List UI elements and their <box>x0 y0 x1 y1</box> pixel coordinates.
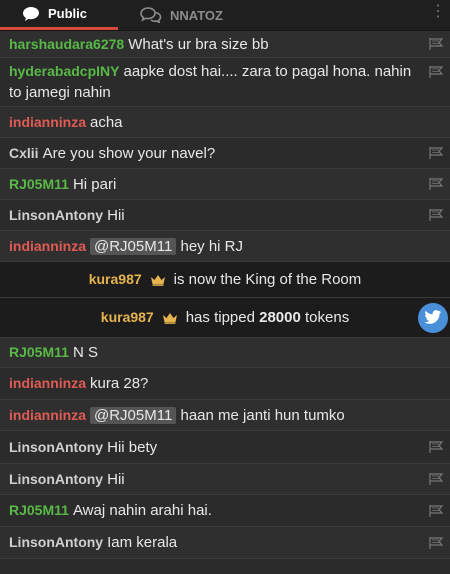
username[interactable]: indianninza <box>9 407 86 423</box>
report-flag-icon[interactable] <box>428 440 444 454</box>
report-flag-icon[interactable] <box>428 146 444 160</box>
chat-message: RJ05M11 N S <box>0 338 450 368</box>
tab-bar: Public NNATOZ ⋮ <box>0 0 450 31</box>
chat-bubble-icon <box>22 6 40 22</box>
username[interactable]: Cxlii <box>9 145 39 161</box>
chat-message: LinsonAntony Hii bety <box>0 431 450 464</box>
twitter-share-button[interactable] <box>418 302 448 333</box>
message-text: Hii <box>107 206 125 224</box>
username[interactable]: harshaudara6278 <box>9 36 124 52</box>
chat-message: indianninza acha <box>0 107 450 138</box>
message-text: What's ur bra size bb <box>128 35 269 53</box>
username[interactable]: kura987 <box>89 269 142 290</box>
chat-message: indianninza @RJ05M11 haan me janti hun tu… <box>0 400 450 431</box>
chat-message: LinsonAntony Iam kerala <box>0 527 450 559</box>
report-flag-icon[interactable] <box>428 65 444 79</box>
username[interactable]: LinsonAntony <box>9 471 103 487</box>
message-text: acha <box>90 113 123 131</box>
more-options-icon[interactable]: ⋮ <box>430 4 446 20</box>
message-text: Hii <box>107 470 125 488</box>
username[interactable]: indianninza <box>9 238 86 254</box>
tab-public-label: Public <box>48 6 88 21</box>
system-message: kura987 has tipped 28000 tokens <box>0 298 450 338</box>
username[interactable]: RJ05M11 <box>9 502 69 518</box>
username[interactable]: indianninza <box>9 375 86 391</box>
username[interactable]: RJ05M11 <box>9 176 69 192</box>
report-flag-icon[interactable] <box>428 472 444 486</box>
message-text: hey hi RJ <box>180 237 244 255</box>
message-text: Awaj nahin arahi hai. <box>72 502 212 519</box>
mention-chip[interactable]: @RJ05M11 <box>90 237 177 255</box>
message-text: Iam kerala <box>107 534 178 551</box>
report-flag-icon[interactable] <box>428 208 444 222</box>
username[interactable]: LinsonAntony <box>9 207 103 223</box>
report-flag-icon[interactable] <box>428 177 444 191</box>
chat-message: LinsonAntony Hii <box>0 200 450 231</box>
chat-message: indianninza kura 28? <box>0 368 450 400</box>
chat-message: Cxlii Are you show your navel? <box>0 138 450 169</box>
report-flag-icon[interactable] <box>428 504 444 518</box>
message-text: Are you show your navel? <box>42 144 216 162</box>
username[interactable]: indianninza <box>9 114 86 130</box>
message-text: Hi pari <box>72 175 117 193</box>
system-message: kura987 is now the King of the Room <box>0 262 450 298</box>
username[interactable]: kura987 <box>101 307 154 328</box>
message-text: N S <box>72 344 98 361</box>
crown-icon <box>162 312 178 324</box>
tip-text-after: tokens <box>305 309 350 326</box>
tab-public[interactable]: Public <box>0 0 118 30</box>
message-text: Hii bety <box>107 438 158 456</box>
twitter-bird-icon <box>424 310 442 324</box>
username[interactable]: RJ05M11 <box>9 344 69 360</box>
username[interactable]: LinsonAntony <box>9 534 103 550</box>
chat-message: LinsonAntony Hii <box>0 464 450 495</box>
mention-chip[interactable]: @RJ05M11 <box>90 406 177 424</box>
tip-text-before: has tipped <box>185 309 255 326</box>
chat-message: indianninza @RJ05M11 hey hi RJ <box>0 231 450 262</box>
tab-nnatoz[interactable]: NNATOZ <box>118 0 245 30</box>
crown-icon <box>150 274 166 286</box>
tab-nnatoz-label: NNATOZ <box>170 7 223 23</box>
report-flag-icon[interactable] <box>428 536 444 550</box>
private-chat-icon <box>140 7 162 23</box>
message-text: kura 28? <box>90 375 149 392</box>
chat-message: RJ05M11 Hi pari <box>0 169 450 200</box>
username[interactable]: LinsonAntony <box>9 439 103 455</box>
message-text: haan me janti hun tumko <box>180 406 345 424</box>
chat-feed: harshaudara6278 What's ur bra size bb hyd… <box>0 31 450 559</box>
message-text: is now the King of the Room <box>173 271 362 288</box>
chat-message: RJ05M11 Awaj nahin arahi hai. <box>0 495 450 527</box>
chat-message: harshaudara6278 What's ur bra size bb <box>0 31 450 58</box>
tip-amount: 28000 <box>259 309 301 326</box>
chat-message: hyderabadcpINY aapke dost hai.... zara to… <box>0 58 450 107</box>
report-flag-icon[interactable] <box>428 37 444 51</box>
username[interactable]: hyderabadcpINY <box>9 63 119 79</box>
